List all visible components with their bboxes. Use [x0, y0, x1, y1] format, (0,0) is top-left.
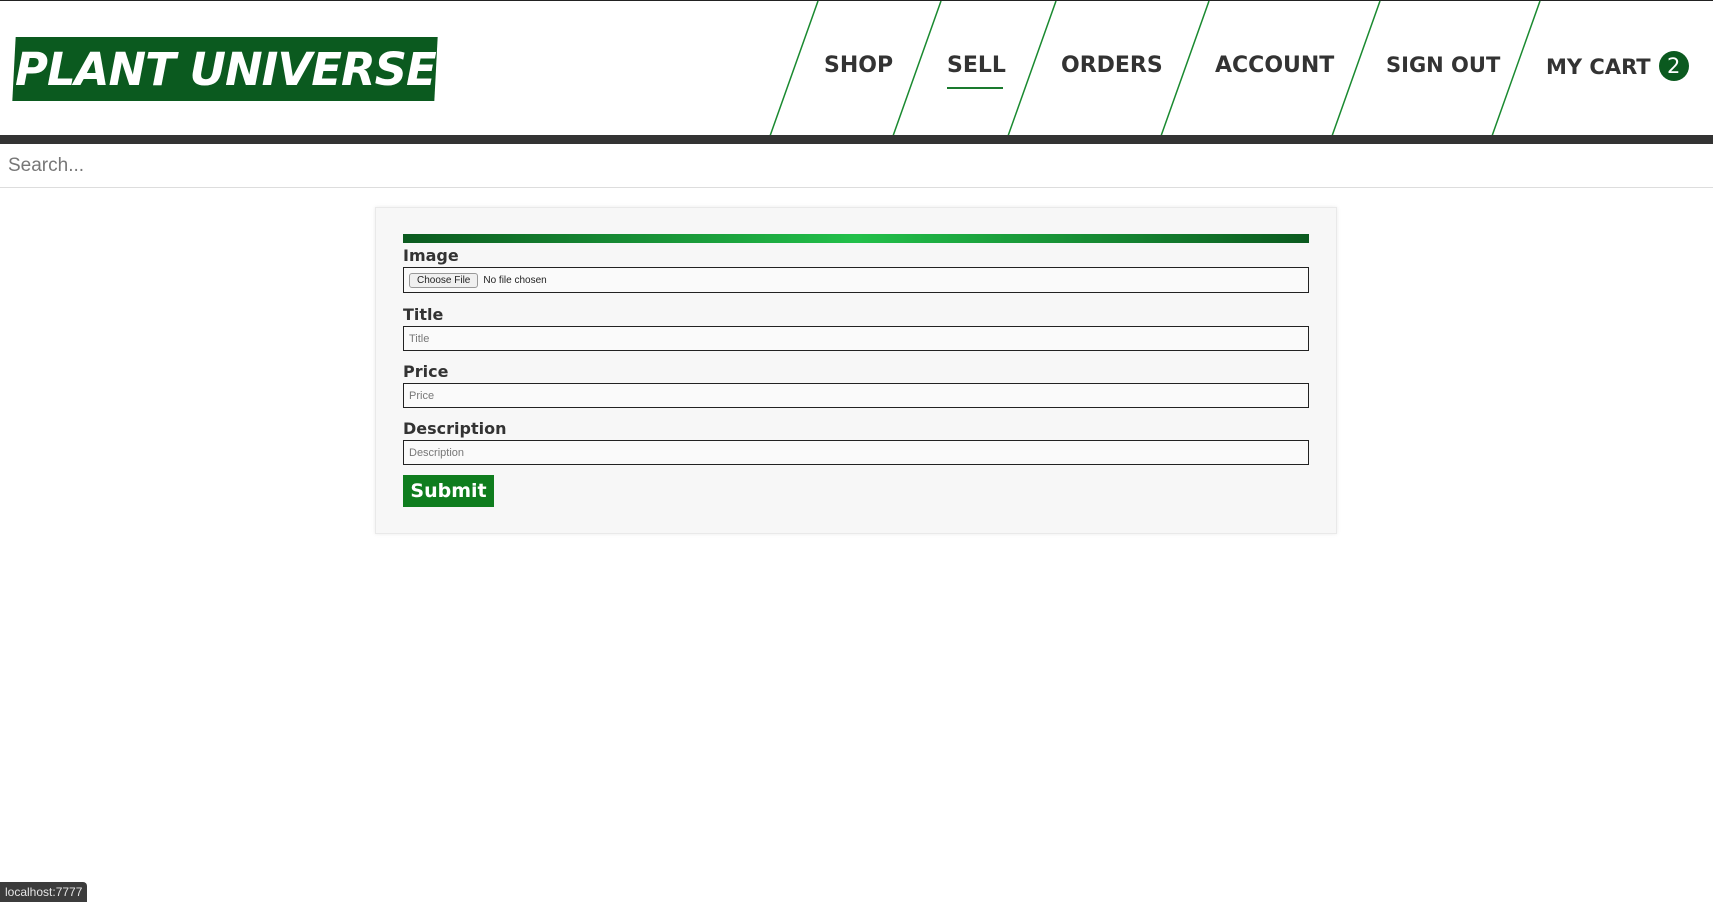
file-status-text: No file chosen [483, 274, 547, 286]
choose-file-button[interactable]: Choose File [409, 272, 479, 288]
description-input[interactable] [403, 440, 1309, 465]
submit-button[interactable]: Submit [403, 475, 494, 507]
nav-account[interactable]: ACCOUNT [1215, 53, 1334, 83]
site-header: PLANT UNIVERSE SHOP SELL ORDERS ACCOUNT … [0, 0, 1713, 137]
header-divider-bar [0, 135, 1713, 144]
form-gradient-bar [403, 234, 1309, 243]
status-bar-url: localhost:7777 [0, 882, 88, 902]
image-label: Image [403, 246, 459, 265]
nav-sign-out[interactable]: SIGN OUT [1386, 53, 1500, 83]
nav-shop[interactable]: SHOP [824, 53, 893, 83]
logo-text: PLANT UNIVERSE [14, 42, 436, 96]
title-label: Title [403, 305, 444, 324]
search-input[interactable] [0, 144, 1713, 188]
description-label: Description [403, 419, 507, 438]
cart-label: MY CART [1546, 55, 1651, 79]
nav-sell[interactable]: SELL [947, 53, 1006, 89]
price-label: Price [403, 362, 449, 381]
nav-orders[interactable]: ORDERS [1061, 53, 1163, 83]
nav-my-cart[interactable]: MY CART 2 [1546, 51, 1706, 83]
image-file-input[interactable]: Choose File No file chosen [403, 267, 1309, 293]
cart-count-badge: 2 [1658, 51, 1689, 81]
title-input[interactable] [403, 326, 1309, 351]
sell-form-card: Image Choose File No file chosen Title P… [375, 207, 1337, 534]
site-logo[interactable]: PLANT UNIVERSE [12, 37, 438, 101]
price-input[interactable] [403, 383, 1309, 408]
